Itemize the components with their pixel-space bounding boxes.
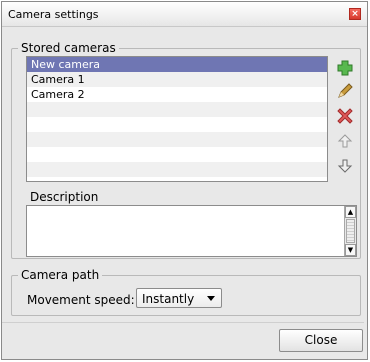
list-item-empty <box>27 147 327 162</box>
movement-speed-label: Movement speed: <box>27 293 135 307</box>
window-close-icon[interactable]: × <box>349 8 361 20</box>
close-button[interactable]: Close <box>279 329 363 352</box>
list-item-empty <box>27 162 327 177</box>
list-item[interactable]: New camera <box>27 57 327 72</box>
camera-list[interactable]: New camera Camera 1 Camera 2 <box>26 56 328 182</box>
list-item[interactable]: Camera 1 <box>27 72 327 87</box>
list-item[interactable]: Camera 2 <box>27 87 327 102</box>
add-icon[interactable] <box>336 59 354 77</box>
list-item-empty <box>27 102 327 117</box>
footer-divider <box>2 322 364 323</box>
list-item-empty <box>27 132 327 147</box>
scroll-down-icon[interactable]: ▼ <box>345 244 356 256</box>
scroll-up-icon[interactable]: ▲ <box>345 206 356 218</box>
scroll-thumb[interactable] <box>346 219 355 243</box>
arrow-down-icon[interactable] <box>336 157 354 175</box>
chevron-down-icon <box>207 296 215 301</box>
stored-cameras-legend: Stored cameras <box>21 41 116 55</box>
list-item-empty <box>27 117 327 132</box>
movement-speed-value: Instantly <box>142 292 195 306</box>
description-textarea[interactable]: ▲ ▼ <box>26 205 357 257</box>
description-scrollbar[interactable]: ▲ ▼ <box>344 206 356 256</box>
movement-speed-select[interactable]: Instantly <box>136 288 222 308</box>
pencil-icon[interactable] <box>336 82 354 100</box>
delete-icon[interactable] <box>336 107 354 125</box>
arrow-up-icon[interactable] <box>336 132 354 150</box>
window-title: Camera settings <box>8 8 99 21</box>
title-bar: Camera settings × <box>2 2 367 27</box>
description-label: Description <box>30 190 99 204</box>
camera-path-legend: Camera path <box>21 268 100 282</box>
